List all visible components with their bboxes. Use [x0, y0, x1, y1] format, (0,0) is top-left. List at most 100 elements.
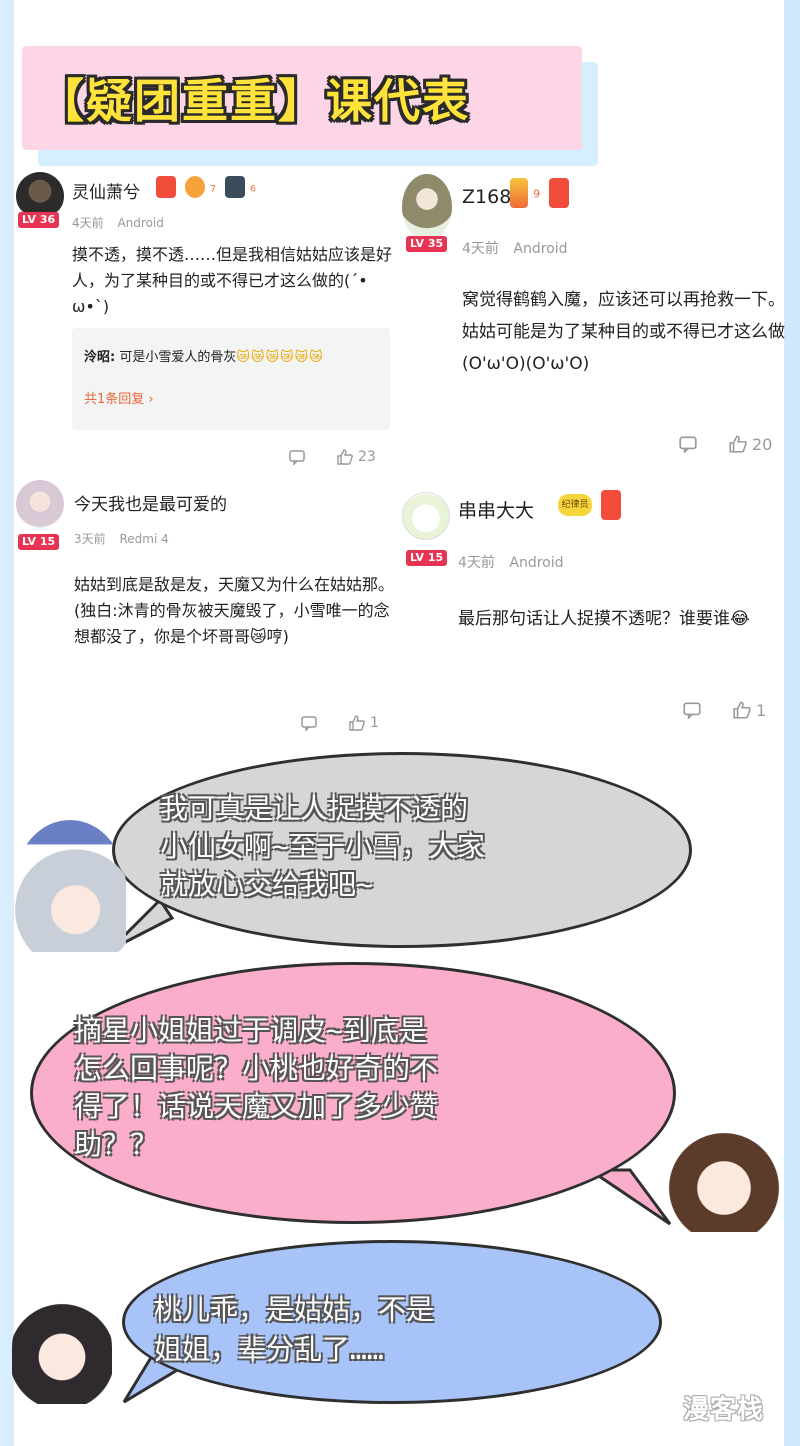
comment-time: 4天前 — [72, 216, 104, 230]
comment-body: 最后那句话让人捉摸不透呢？谁要谁😂 — [458, 606, 778, 632]
comment-actions: 20 — [678, 434, 772, 454]
like-count: 20 — [752, 434, 773, 454]
level-badge: LV 15 — [18, 534, 60, 550]
like-button[interactable]: 23 — [336, 448, 376, 466]
comment-meta: 4天前 Android — [72, 214, 174, 231]
level-badge: LV 36 — [18, 212, 60, 228]
reply-button[interactable] — [678, 434, 698, 454]
comment-actions: 23 — [288, 448, 376, 466]
discipline-badge: 纪律员 — [558, 494, 592, 516]
reply-text: 可是小雪爱人的骨灰 — [119, 350, 237, 365]
bubble-text: 我可真是让人捉摸不透的 小仙女啊~至于小雪，大家 就放心交给我吧~ — [160, 790, 485, 904]
comment-line: 摸不透，摸不透……但是我相信姑姑应该是好 — [72, 245, 393, 264]
comment-line: 窝觉得鹤鹤入魔，应该还可以再抢救一下。 — [462, 290, 785, 310]
medal-icon — [601, 490, 622, 520]
comment-line: 姑姑可能是为了某种目的或不得已才这么做 — [462, 322, 785, 342]
comment-device: Redmi 4 — [119, 532, 169, 546]
comment-card: LV 15 串串大大 纪律员 4天前 Android 最后那句话让人捉摸不透呢？… — [402, 478, 782, 748]
reply-box[interactable]: 泠昭: 可是小雪爱人的骨灰😿😿😿😿😿😿 共1条回复 › — [72, 328, 390, 430]
comment-device: Android — [513, 241, 568, 257]
comment-line: 想都没了，你是个坏哥哥😿哼) — [74, 627, 289, 646]
bubble-line: 摘星小姐姐过于调皮~到底是 — [74, 1014, 427, 1047]
medal-number: 9 — [533, 187, 541, 201]
comment-line: (O'ω'O)(O'ω'O) — [462, 354, 590, 374]
reply-author: 泠昭: — [84, 350, 116, 365]
username[interactable]: Z168 — [462, 186, 511, 208]
avatar[interactable] — [402, 492, 450, 540]
avatar[interactable] — [402, 174, 452, 240]
comment-meta: 4天前 Android — [458, 552, 574, 572]
comment-line: ω•`) — [72, 297, 110, 316]
comment-line: 最后那句话让人捉摸不透呢？谁要谁😂 — [458, 609, 750, 629]
comment-actions: 1 — [300, 714, 379, 732]
medal-row: 7 6 — [152, 176, 256, 198]
comment-body: 窝觉得鹤鹤入魔，应该还可以再抢救一下。 姑姑可能是为了某种目的或不得已才这么做 … — [462, 284, 785, 380]
comment-card: LV 15 今天我也是最可爱的 3天前 Redmi 4 姑姑到底是敌是友，天魔又… — [16, 478, 406, 748]
right-border-stripe — [784, 0, 800, 1446]
reply-button[interactable] — [300, 714, 318, 732]
comment-icon — [301, 716, 317, 732]
reply-button[interactable] — [288, 448, 306, 466]
watermark-logo: 漫客栈 — [682, 1395, 764, 1425]
bubble-line: 助？？ — [74, 1128, 159, 1161]
level-badge: LV 15 — [406, 550, 448, 566]
comment-card: LV 36 灵仙萧兮 7 6 4天前 Android 摸不透，摸不透……但是我相… — [16, 170, 406, 480]
comment-device: Android — [509, 555, 564, 571]
crying-cat-emoji: 😿😿😿😿😿😿 — [236, 350, 324, 365]
comment-meta: 4天前 Android — [462, 238, 578, 258]
like-button[interactable]: 1 — [732, 700, 766, 720]
like-count: 23 — [358, 449, 376, 465]
medal-row: 9 — [506, 178, 570, 208]
like-button[interactable]: 1 — [348, 714, 379, 732]
comment-time: 3天前 — [74, 532, 106, 546]
comment-body: 摸不透，摸不透……但是我相信姑姑应该是好 人，为了某种目的或不得已才这么做的(´… — [72, 242, 402, 320]
avatar[interactable] — [16, 480, 64, 528]
medal-icon — [156, 176, 176, 198]
bubble-text: 桃儿乖，是姑姑，不是 姐姐，辈分乱了…… — [154, 1290, 434, 1370]
reply-line: 泠昭: 可是小雪爱人的骨灰😿😿😿😿😿😿 — [84, 346, 324, 365]
thumbs-up-icon — [349, 715, 365, 731]
comment-device: Android — [117, 216, 164, 230]
bubble-text: 摘星小姐姐过于调皮~到底是 怎么回事呢？小桃也好奇的不 得了！话说天魔又加了多少… — [74, 1012, 438, 1164]
comment-body: 姑姑到底是敌是友，天魔又为什么在姑姑那。 (独白:沐青的骨灰被天魔毁了，小雪唯一… — [74, 572, 414, 650]
like-count: 1 — [756, 700, 767, 720]
graduation-cap-icon — [225, 176, 246, 198]
thumbs-up-icon — [337, 449, 353, 465]
character-portrait — [666, 1122, 782, 1232]
title-banner: 【疑团重重】课代表 — [22, 46, 582, 150]
banner-title: 【疑团重重】课代表 — [38, 74, 470, 128]
username[interactable]: 今天我也是最可爱的 — [74, 490, 227, 515]
comment-card: LV 35 Z168 9 4天前 Android 窝觉得鹤鹤入魔，应该还可以再抢… — [402, 172, 785, 472]
level-badge: LV 35 — [406, 236, 448, 252]
bubble-line: 怎么回事呢？小桃也好奇的不 — [74, 1052, 439, 1085]
medal-icon — [185, 176, 206, 198]
comment-line: (独白:沐青的骨灰被天魔毁了，小雪唯一的念 — [74, 601, 390, 620]
medal-number: 6 — [250, 184, 256, 195]
comment-line: 姑姑到底是敌是友，天魔又为什么在姑姑那。 — [74, 575, 395, 594]
thumbs-up-icon — [733, 701, 751, 719]
bubble-line: 得了！话说天魔又加了多少赞 — [74, 1090, 439, 1123]
bubble-line: 姐姐，辈分乱了…… — [154, 1333, 384, 1366]
medal-row: 纪律员 — [554, 490, 622, 520]
reply-count-link[interactable]: 共1条回复 › — [84, 388, 154, 407]
character-portrait — [12, 1292, 112, 1404]
medal-icon — [549, 178, 570, 208]
medal-icon — [510, 178, 528, 208]
like-count: 1 — [370, 715, 379, 731]
reply-button[interactable] — [682, 700, 702, 720]
bubble-line: 我可真是让人捉摸不透的 — [160, 792, 469, 825]
comment-time: 4天前 — [462, 241, 499, 257]
thumbs-up-icon — [729, 435, 747, 453]
bubble-line: 小仙女啊~至于小雪，大家 — [160, 830, 485, 863]
username[interactable]: 灵仙萧兮 — [72, 178, 140, 203]
comment-actions: 1 — [682, 700, 766, 720]
bubble-line: 桃儿乖，是姑姑，不是 — [154, 1293, 435, 1326]
bubble-line: 就放心交给我吧~ — [160, 868, 373, 901]
username[interactable]: 串串大大 — [458, 496, 534, 523]
comment-line: 人，为了某种目的或不得已才这么做的(´• — [72, 271, 368, 290]
comment-meta: 3天前 Redmi 4 — [74, 530, 179, 547]
comment-icon — [289, 450, 305, 466]
character-portrait — [14, 820, 126, 952]
comment-icon — [683, 702, 701, 720]
like-button[interactable]: 20 — [728, 434, 772, 454]
